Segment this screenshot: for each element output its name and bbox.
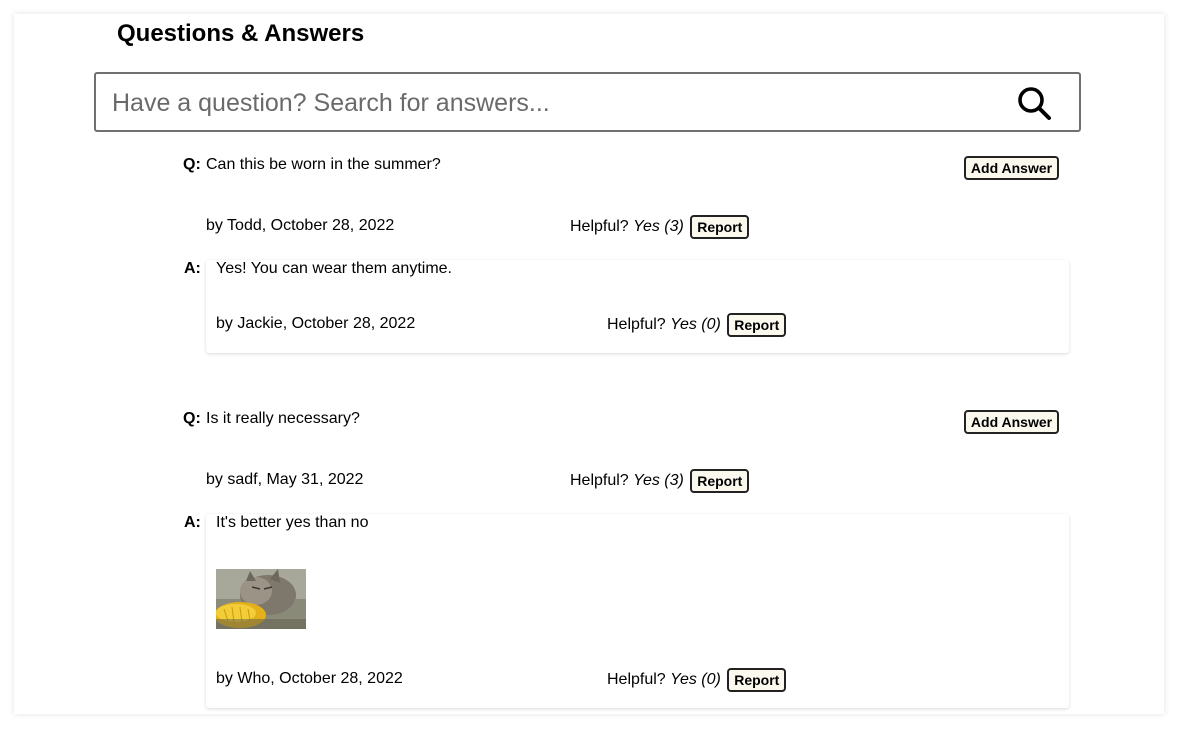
answer-meta: by Jackie, October 28, 2022 bbox=[216, 315, 416, 332]
helpful-yes-link[interactable]: Yes (3) bbox=[633, 218, 684, 235]
add-answer-button[interactable]: Add Answer bbox=[964, 156, 1059, 180]
answer-helpful: Helpful? Yes (0) Report bbox=[607, 668, 787, 692]
answer-prefix: A: bbox=[184, 260, 201, 277]
question-body: Is it really necessary? bbox=[206, 410, 360, 427]
question-meta: by sadf, May 31, 2022 bbox=[206, 471, 364, 488]
report-button[interactable]: Report bbox=[727, 313, 787, 337]
helpful-yes-link[interactable]: Yes (0) bbox=[670, 316, 721, 333]
answer-prefix: A: bbox=[184, 514, 201, 531]
question-helpful: Helpful? Yes (3) Report bbox=[570, 215, 750, 239]
search-input[interactable] bbox=[110, 74, 994, 132]
helpful-label: Helpful? bbox=[570, 472, 629, 490]
search-icon[interactable] bbox=[1016, 85, 1052, 121]
report-button[interactable]: Report bbox=[727, 668, 787, 692]
helpful-yes-link[interactable]: Yes (0) bbox=[670, 671, 721, 688]
search-bar bbox=[94, 72, 1081, 132]
answer-body: Yes! You can wear them anytime. bbox=[216, 260, 452, 277]
add-answer-button[interactable]: Add Answer bbox=[964, 410, 1059, 434]
question-helpful: Helpful? Yes (3) Report bbox=[570, 469, 750, 493]
answer-body: It's better yes than no bbox=[216, 514, 369, 531]
helpful-label: Helpful? bbox=[607, 316, 666, 334]
question-body: Can this be worn in the summer? bbox=[206, 156, 441, 173]
question-prefix: Q: bbox=[183, 410, 201, 427]
helpful-yes-link[interactable]: Yes (3) bbox=[633, 472, 684, 489]
answer-meta: by Who, October 28, 2022 bbox=[216, 670, 403, 687]
helpful-label: Helpful? bbox=[607, 671, 666, 689]
answer-photo-thumbnail[interactable] bbox=[216, 569, 306, 629]
page-title: Questions & Answers bbox=[117, 20, 365, 47]
answer-item: It's better yes than no by Who, October … bbox=[206, 514, 1069, 708]
helpful-label: Helpful? bbox=[570, 218, 629, 236]
answer-item: Yes! You can wear them anytime. by Jacki… bbox=[206, 260, 1069, 353]
report-button[interactable]: Report bbox=[690, 469, 750, 493]
qa-widget: Questions & Answers Q: Can this be worn … bbox=[14, 14, 1164, 714]
cat-eating-corn-photo-icon bbox=[216, 569, 306, 629]
question-prefix: Q: bbox=[183, 156, 201, 173]
report-button[interactable]: Report bbox=[690, 215, 750, 239]
question-meta: by Todd, October 28, 2022 bbox=[206, 217, 395, 234]
answer-helpful: Helpful? Yes (0) Report bbox=[607, 313, 787, 337]
